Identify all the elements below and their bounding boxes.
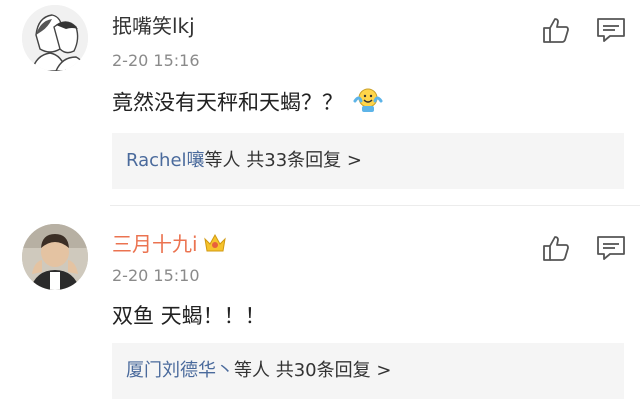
vip-crown-badge: [202, 232, 228, 259]
replies-summary[interactable]: 厦门刘德华丶等人 共30条回复 >: [112, 343, 624, 399]
username-text[interactable]: 三月十九i: [112, 232, 198, 256]
thumbs-up-icon[interactable]: [542, 234, 570, 262]
divider: [110, 205, 640, 206]
username[interactable]: 三月十九i: [112, 232, 228, 259]
comment-icon[interactable]: [596, 234, 626, 262]
username-text[interactable]: 抿嘴笑lkj: [112, 14, 195, 38]
comment-item: 抿嘴笑lkj 2-20 15:16 竟然没有天秤和天蝎？？ Rachel嚷等人 …: [0, 0, 640, 204]
username[interactable]: 抿嘴笑lkj: [112, 14, 195, 38]
grinning-face-emoji: [353, 87, 383, 120]
comment-item: 三月十九i 2-20 15:10 双鱼 天蝎！！！ 厦门刘德华丶等人 共30条回…: [0, 210, 640, 408]
replies-summary[interactable]: Rachel嚷等人 共33条回复 >: [112, 133, 624, 189]
replies-users[interactable]: Rachel嚷: [126, 150, 205, 171]
comment-text: 竟然没有天秤和天蝎？？: [112, 87, 383, 120]
comment-text-content: 竟然没有天秤和天蝎？？: [112, 90, 343, 115]
thumbs-up-icon[interactable]: [542, 16, 570, 44]
comment-text: 双鱼 天蝎！！！: [112, 304, 266, 328]
timestamp: 2-20 15:16: [112, 51, 200, 70]
comment-icon[interactable]: [596, 16, 626, 44]
replies-users[interactable]: 厦门刘德华丶: [126, 360, 234, 381]
replies-count: 等人 共30条回复 >: [234, 360, 392, 381]
avatar[interactable]: [22, 5, 88, 71]
timestamp: 2-20 15:10: [112, 266, 200, 285]
replies-count: 等人 共33条回复 >: [204, 150, 362, 171]
avatar[interactable]: [22, 224, 88, 290]
